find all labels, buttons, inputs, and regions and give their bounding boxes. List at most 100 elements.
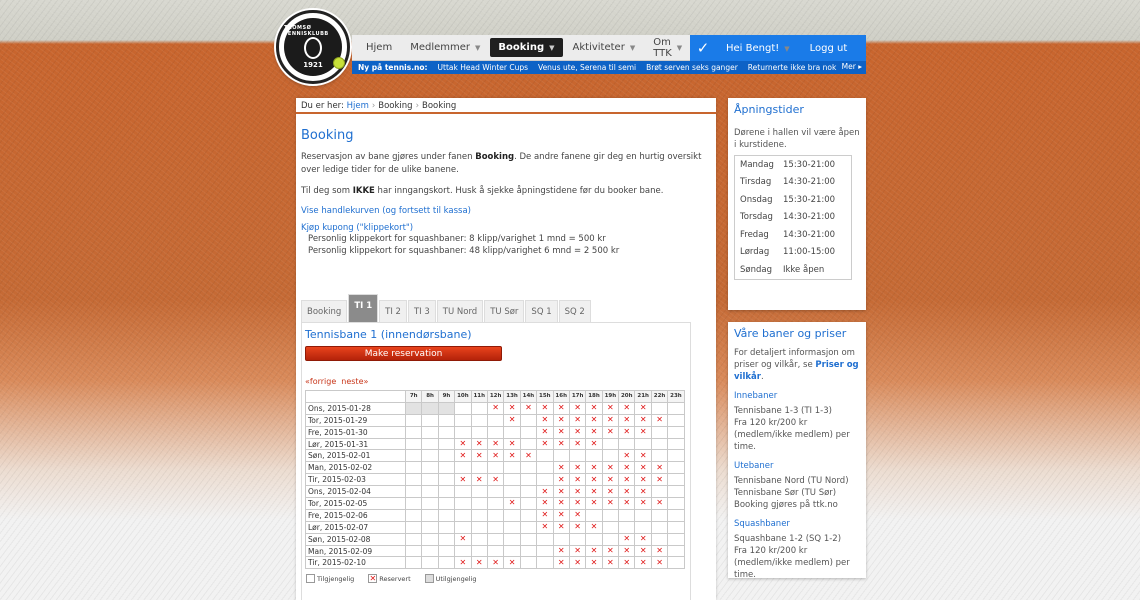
available-slot[interactable] — [404, 485, 423, 499]
available-slot[interactable] — [437, 520, 456, 534]
available-slot[interactable] — [585, 449, 603, 463]
available-slot[interactable] — [470, 520, 488, 534]
available-slot[interactable] — [519, 556, 538, 570]
available-slot[interactable] — [470, 413, 488, 427]
available-slot[interactable] — [486, 497, 505, 510]
available-slot[interactable] — [601, 508, 620, 522]
available-slot[interactable] — [470, 497, 488, 510]
available-slot[interactable] — [601, 532, 620, 546]
available-slot[interactable] — [503, 532, 521, 546]
available-slot[interactable] — [454, 485, 472, 499]
tab-tu-sør[interactable]: TU Sør — [484, 300, 525, 322]
available-slot[interactable] — [404, 520, 423, 534]
tab-sq-2[interactable]: SQ 2 — [558, 300, 591, 322]
available-slot[interactable] — [437, 508, 456, 522]
available-slot[interactable] — [667, 544, 685, 558]
available-slot[interactable] — [437, 497, 456, 510]
available-slot[interactable] — [421, 449, 439, 463]
available-slot[interactable] — [421, 413, 439, 427]
available-slot[interactable] — [536, 556, 554, 570]
available-slot[interactable] — [568, 532, 587, 546]
available-slot[interactable] — [486, 461, 505, 475]
tab-ti-1[interactable]: TI 1 — [348, 294, 379, 322]
logout-link[interactable]: Logg ut — [810, 43, 848, 54]
available-slot[interactable] — [519, 520, 538, 534]
available-slot[interactable] — [519, 413, 538, 427]
available-slot[interactable] — [470, 461, 488, 475]
available-slot[interactable] — [634, 508, 652, 522]
available-slot[interactable] — [421, 485, 439, 499]
available-slot[interactable] — [404, 413, 423, 427]
available-slot[interactable] — [519, 508, 538, 522]
ticker-news-link[interactable]: Venus ute, Serena til semi — [538, 63, 636, 72]
available-slot[interactable] — [404, 449, 423, 463]
tab-tu-nord[interactable]: TU Nord — [436, 300, 484, 322]
available-slot[interactable] — [470, 485, 488, 499]
available-slot[interactable] — [404, 473, 423, 487]
available-slot[interactable] — [470, 508, 488, 522]
available-slot[interactable] — [667, 473, 685, 487]
available-slot[interactable] — [667, 520, 685, 534]
available-slot[interactable] — [421, 544, 439, 558]
available-slot[interactable] — [404, 532, 423, 546]
available-slot[interactable] — [667, 413, 685, 427]
breadcrumb-level1[interactable]: Booking — [378, 101, 412, 111]
available-slot[interactable] — [552, 449, 570, 463]
available-slot[interactable] — [667, 425, 685, 439]
available-slot[interactable] — [404, 497, 423, 510]
tab-booking[interactable]: Booking — [301, 300, 348, 322]
available-slot[interactable] — [667, 556, 685, 570]
available-slot[interactable] — [667, 401, 685, 415]
available-slot[interactable] — [437, 461, 456, 475]
user-menu[interactable]: Hei Bengt! ▼ — [726, 43, 790, 54]
available-slot[interactable] — [437, 449, 456, 463]
available-slot[interactable] — [536, 473, 554, 487]
nav-item-aktiviteter[interactable]: Aktiviteter ▼ — [565, 38, 644, 57]
make-reservation-button[interactable]: Make reservation — [305, 346, 502, 361]
available-slot[interactable] — [454, 425, 472, 439]
available-slot[interactable] — [421, 497, 439, 510]
available-slot[interactable] — [667, 437, 685, 451]
available-slot[interactable] — [618, 437, 636, 451]
available-slot[interactable] — [421, 556, 439, 570]
available-slot[interactable] — [503, 508, 521, 522]
available-slot[interactable] — [454, 544, 472, 558]
available-slot[interactable] — [536, 449, 554, 463]
available-slot[interactable] — [421, 461, 439, 475]
available-slot[interactable] — [486, 508, 505, 522]
available-slot[interactable] — [404, 508, 423, 522]
available-slot[interactable] — [421, 473, 439, 487]
nav-item-om-ttk[interactable]: Om TTK ▼ — [645, 33, 690, 63]
tab-ti-2[interactable]: TI 2 — [379, 300, 407, 322]
breadcrumb-home[interactable]: Hjem — [347, 101, 369, 111]
available-slot[interactable] — [650, 449, 669, 463]
available-slot[interactable] — [437, 556, 456, 570]
tab-ti-3[interactable]: TI 3 — [407, 300, 436, 322]
available-slot[interactable] — [454, 413, 472, 427]
available-slot[interactable] — [486, 485, 505, 499]
available-slot[interactable] — [454, 497, 472, 510]
available-slot[interactable] — [503, 485, 521, 499]
available-slot[interactable] — [503, 520, 521, 534]
available-slot[interactable] — [421, 437, 439, 451]
nav-item-medlemmer[interactable]: Medlemmer ▼ — [402, 38, 488, 57]
available-slot[interactable] — [519, 461, 538, 475]
available-slot[interactable] — [421, 520, 439, 534]
available-slot[interactable] — [437, 544, 456, 558]
available-slot[interactable] — [568, 449, 587, 463]
available-slot[interactable] — [519, 425, 538, 439]
available-slot[interactable] — [454, 461, 472, 475]
available-slot[interactable] — [650, 532, 669, 546]
ticker-news-link[interactable]: Uttak Head Winter Cups — [438, 63, 528, 72]
available-slot[interactable] — [404, 544, 423, 558]
available-slot[interactable] — [667, 497, 685, 510]
available-slot[interactable] — [601, 449, 620, 463]
nav-item-booking[interactable]: Booking ▼ — [490, 38, 563, 57]
available-slot[interactable] — [486, 413, 505, 427]
available-slot[interactable] — [437, 485, 456, 499]
available-slot[interactable] — [404, 425, 423, 439]
available-slot[interactable] — [552, 532, 570, 546]
available-slot[interactable] — [404, 437, 423, 451]
available-slot[interactable] — [618, 520, 636, 534]
available-slot[interactable] — [519, 473, 538, 487]
